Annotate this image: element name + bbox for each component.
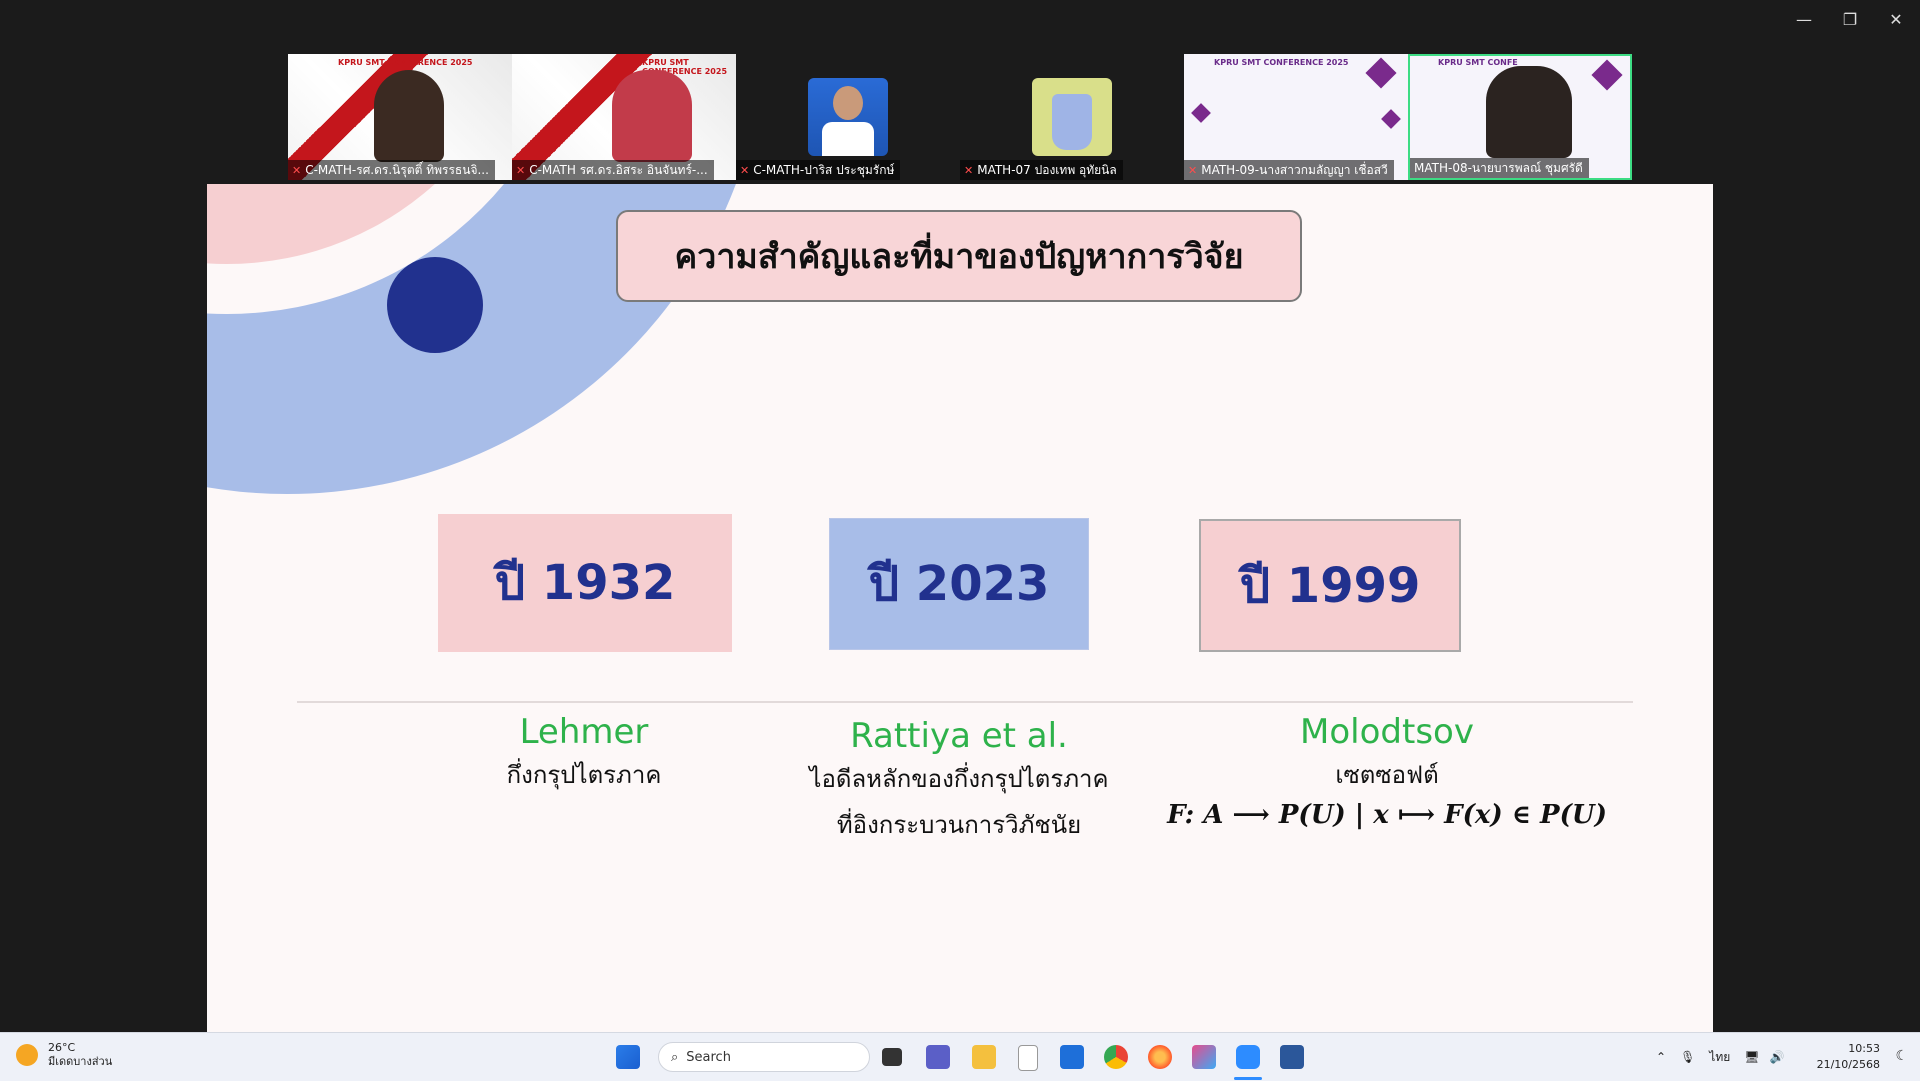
topic-description: ไอดีลหลักของกึ่งกรุปไตรภาค: [809, 765, 1109, 793]
participant-avatar: [1032, 78, 1112, 156]
notepad-icon[interactable]: [1018, 1045, 1038, 1071]
system-tray: ⌃ 🎙 ไทย 🖥 🔊: [1656, 1033, 1784, 1081]
conference-banner: KPRU SMT CONFE: [1438, 58, 1518, 67]
volume-icon[interactable]: 🔊: [1770, 1050, 1785, 1064]
maximize-button[interactable]: ❐: [1832, 6, 1868, 34]
snipping-tool-icon[interactable]: [1192, 1045, 1216, 1069]
notification-icon[interactable]: ☾: [1895, 1048, 1908, 1064]
clock-time: 10:53: [1848, 1042, 1880, 1055]
conference-banner: KPRU SMT CONFERENCE 2025: [338, 58, 473, 67]
firefox-icon[interactable]: [1148, 1045, 1172, 1069]
task-view-icon[interactable]: [882, 1048, 902, 1066]
mic-muted-icon: ✕: [292, 164, 302, 177]
year-box-1999: ปี 1999: [1199, 519, 1461, 652]
chrome-icon[interactable]: [1104, 1045, 1128, 1069]
divider-line: [297, 701, 1633, 703]
column-molodtsov: Molodtsov เซตซอฟต์ F: A ⟶ P(U) | x ⟼ F(x…: [1167, 712, 1607, 830]
presentation-slide: ความสำคัญและที่มาของปัญหาการวิจัย ปี 193…: [207, 184, 1713, 1032]
search-label: Search: [686, 1049, 731, 1065]
author-name: Lehmer: [519, 712, 649, 752]
participant-name: MATH-08-นายบารพลณ์ ชุมศรัดี: [1410, 158, 1589, 178]
soft-set-formula: F: A ⟶ P(U) | x ⟼ F(x) ∈ P(U): [1167, 800, 1607, 830]
minimize-button[interactable]: —: [1786, 6, 1822, 34]
taskbar-search[interactable]: ⌕ Search: [658, 1042, 870, 1072]
participant-name: ✕ MATH-09-นางสาวกมลัญญา เชื่อสวี: [1184, 160, 1394, 180]
participant-name: ✕ C-MATH-รศ.ดร.นิรุตติ์ ทิพรรธนจิ...: [288, 160, 495, 180]
windows-taskbar: 26°C มีเดดบางส่วน ⌕ Search ⌃ 🎙 ไทย 🖥 🔊 1…: [0, 1032, 1920, 1081]
slide-title: ความสำคัญและที่มาของปัญหาการวิจัย: [616, 210, 1302, 302]
clock-date: 21/10/2568: [1816, 1058, 1880, 1071]
participant-tile[interactable]: KPRU SMT CONFERENCE 2025 ✕ MATH-09-นางสาว…: [1184, 54, 1408, 180]
participant-video: [612, 70, 692, 162]
participant-tile[interactable]: ✕ MATH-07 ปองเทพ อุทัยนิล: [960, 54, 1184, 180]
chevron-up-icon[interactable]: ⌃: [1656, 1050, 1666, 1064]
author-name: Rattiya et al.: [850, 716, 1068, 756]
search-icon: ⌕: [671, 1049, 679, 1065]
topic-description: เซตซอฟต์: [1335, 761, 1439, 789]
participant-name: ✕ MATH-07 ปองเทพ อุทัยนิล: [960, 160, 1123, 180]
conference-banner: KPRU SMT CONFERENCE 2025: [1214, 58, 1349, 67]
participant-tile-active-speaker[interactable]: KPRU SMT CONFE MATH-08-นายบารพลณ์ ชุมศรั…: [1408, 54, 1632, 180]
close-button[interactable]: ✕: [1878, 6, 1914, 34]
mic-muted-icon: ✕: [1188, 164, 1198, 177]
system-clock[interactable]: 10:53 21/10/2568: [1817, 1041, 1880, 1073]
weather-description: มีเดดบางส่วน: [48, 1055, 113, 1068]
network-icon[interactable]: 🖥: [1744, 1050, 1759, 1064]
mic-muted-icon: ✕: [964, 164, 974, 177]
column-lehmer: Lehmer กึ่งกรุปไตรภาค: [427, 712, 741, 798]
topic-description: กึ่งกรุปไตรภาค: [506, 761, 662, 789]
file-explorer-icon[interactable]: [972, 1045, 996, 1069]
language-indicator[interactable]: ไทย: [1709, 1048, 1730, 1067]
microphone-icon[interactable]: 🎙: [1680, 1050, 1695, 1064]
participant-tile[interactable]: ✕ C-MATH-ปาริส ประชุมรักษ์: [736, 54, 960, 180]
year-box-2023: ปี 2023: [829, 518, 1089, 650]
participant-video: [1486, 66, 1572, 158]
microsoft-store-icon[interactable]: [1060, 1045, 1084, 1069]
participant-name: ✕ C-MATH-ปาริส ประชุมรักษ์: [736, 160, 901, 180]
author-name: Molodtsov: [1300, 712, 1474, 752]
weather-temperature: 26°C: [48, 1041, 76, 1054]
word-icon[interactable]: [1280, 1045, 1304, 1069]
mic-muted-icon: ✕: [516, 164, 526, 177]
start-menu-icon[interactable]: [616, 1045, 640, 1069]
zoom-icon[interactable]: [1236, 1045, 1260, 1069]
participant-tile[interactable]: KPRU SMT CONFERENCE 2025 ✕ C-MATH-รศ.ดร.น…: [288, 54, 512, 180]
window-titlebar: — ❐ ✕: [0, 0, 1920, 40]
participant-avatar: [808, 78, 888, 156]
decor-dot: [387, 257, 483, 353]
year-box-1932: ปี 1932: [438, 514, 732, 652]
weather-sun-icon: [16, 1044, 38, 1066]
teams-icon[interactable]: [926, 1045, 950, 1069]
participant-video: [374, 70, 444, 162]
topic-description: ที่อิงกระบวนการวิภัชนัย: [836, 811, 1082, 839]
participant-name: ✕ C-MATH รศ.ดร.อิสระ อินจันทร์-...: [512, 160, 714, 180]
weather-widget[interactable]: 26°C มีเดดบางส่วน: [16, 1041, 112, 1069]
column-rattiya: Rattiya et al. ไอดีลหลักของกึ่งกรุปไตรภา…: [799, 716, 1119, 848]
mic-muted-icon: ✕: [740, 164, 750, 177]
participant-tile[interactable]: KPRU SMT CONFERENCE 2025 ✕ C-MATH รศ.ดร.อ…: [512, 54, 736, 180]
